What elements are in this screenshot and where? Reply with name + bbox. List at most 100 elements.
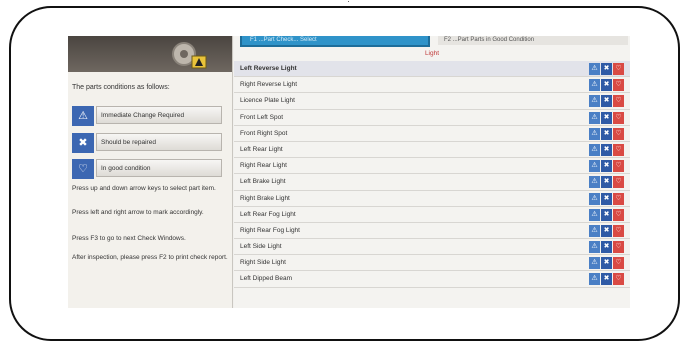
list-item[interactable]: Front Left Spot ⚠ ✖ ♡ [234, 110, 630, 126]
legend-good-condition[interactable]: ♡ In good condition [72, 159, 222, 179]
inspection-screen: The parts conditions as follows: ⚠ Immed… [68, 36, 630, 308]
section-title: Light [424, 50, 440, 57]
repair-button[interactable]: ✖ [601, 143, 612, 156]
legend-label: In good condition [96, 159, 222, 177]
list-item[interactable]: Left Brake Light ⚠ ✖ ♡ [234, 174, 630, 191]
condition-buttons: ⚠ ✖ ♡ [588, 192, 624, 205]
warning-button[interactable]: ⚠ [589, 111, 600, 124]
good-button[interactable]: ♡ [613, 79, 624, 92]
list-item[interactable]: Left Rear Fog Light ⚠ ✖ ♡ [234, 207, 630, 223]
list-item[interactable]: Right Brake Light ⚠ ✖ ♡ [234, 191, 630, 207]
warning-button[interactable]: ⚠ [589, 95, 600, 108]
condition-buttons: ⚠ ✖ ♡ [588, 273, 624, 286]
condition-buttons: ⚠ ✖ ♡ [588, 224, 624, 237]
part-label: Left Dipped Beam [240, 275, 293, 283]
part-label: Right Rear Fog Light [240, 226, 300, 234]
warning-button[interactable]: ⚠ [589, 208, 600, 221]
good-button[interactable]: ♡ [613, 176, 624, 189]
condition-buttons: ⚠ ✖ ♡ [588, 95, 624, 108]
good-button[interactable]: ♡ [613, 192, 624, 205]
warning-button[interactable]: ⚠ [589, 176, 600, 189]
condition-buttons: ⚠ ✖ ♡ [588, 160, 624, 173]
repair-button[interactable]: ✖ [601, 63, 612, 75]
repair-button[interactable]: ✖ [601, 241, 612, 254]
left-panel: The parts conditions as follows: ⚠ Immed… [68, 36, 233, 308]
part-label: Left Rear Fog Light [240, 210, 296, 218]
condition-buttons: ⚠ ✖ ♡ [588, 79, 624, 92]
warning-button[interactable]: ⚠ [589, 127, 600, 140]
repair-button[interactable]: ✖ [601, 176, 612, 189]
condition-buttons: ⚠ ✖ ♡ [588, 143, 624, 156]
good-button[interactable]: ♡ [613, 143, 624, 156]
part-label: Left Side Light [240, 243, 282, 251]
list-item[interactable]: Left Dipped Beam ⚠ ✖ ♡ [234, 271, 630, 288]
repair-button[interactable]: ✖ [601, 208, 612, 221]
good-button[interactable]: ♡ [613, 111, 624, 124]
right-panel: F1 ...Part Check... Select F2 ...Part Pa… [234, 36, 630, 308]
warning-button[interactable]: ⚠ [589, 224, 600, 237]
condition-buttons: ⚠ ✖ ♡ [588, 257, 624, 270]
legend-immediate-change[interactable]: ⚠ Immediate Change Required [72, 106, 222, 126]
warning-button[interactable]: ⚠ [589, 63, 600, 75]
good-button[interactable]: ♡ [613, 160, 624, 173]
part-label: Right Side Light [240, 259, 286, 267]
warning-button[interactable]: ⚠ [589, 241, 600, 254]
good-button[interactable]: ♡ [613, 63, 624, 75]
header-image [68, 36, 232, 72]
good-button[interactable]: ♡ [613, 273, 624, 286]
part-label: Left Rear Light [240, 145, 283, 153]
warning-button[interactable]: ⚠ [589, 79, 600, 92]
repair-button[interactable]: ✖ [601, 224, 612, 237]
list-item[interactable]: Right Rear Light ⚠ ✖ ♡ [234, 158, 630, 175]
repair-button[interactable]: ✖ [601, 127, 612, 140]
instruction-next: Press F3 to go to next Check Windows. [72, 235, 186, 242]
good-button[interactable]: ♡ [613, 241, 624, 254]
repair-button[interactable]: ✖ [601, 273, 612, 286]
instruction-print: After inspection, please press F2 to pri… [72, 254, 228, 261]
warning-icon: ⚠ [72, 106, 94, 126]
warning-button[interactable]: ⚠ [589, 273, 600, 286]
good-button[interactable]: ♡ [613, 257, 624, 270]
repair-button[interactable]: ✖ [601, 192, 612, 205]
instruction-mark: Press left and right arrow to mark accor… [72, 209, 204, 216]
good-button[interactable]: ♡ [613, 95, 624, 108]
good-icon: ♡ [72, 159, 94, 179]
repair-button[interactable]: ✖ [601, 160, 612, 173]
tab-part-check[interactable]: F1 ...Part Check... Select [240, 36, 430, 47]
list-item[interactable]: Licence Plate Light ⚠ ✖ ♡ [234, 93, 630, 110]
part-label: Left Reverse Light [240, 65, 297, 72]
cross-icon: ✖ [72, 133, 94, 153]
legend-should-repair[interactable]: ✖ Should be repaired [72, 133, 222, 153]
list-item[interactable]: Front Right Spot ⚠ ✖ ♡ [234, 126, 630, 142]
tab-good-condition[interactable]: F2 ...Part Parts in Good Condition [438, 36, 628, 45]
warning-button[interactable]: ⚠ [589, 143, 600, 156]
instruction-select: Press up and down arrow keys to select p… [72, 185, 216, 192]
part-label: Front Right Spot [240, 129, 288, 137]
repair-button[interactable]: ✖ [601, 257, 612, 270]
repair-button[interactable]: ✖ [601, 79, 612, 92]
top-dot [348, 1, 349, 2]
good-button[interactable]: ♡ [613, 208, 624, 221]
good-button[interactable]: ♡ [613, 127, 624, 140]
list-item[interactable]: Left Reverse Light ⚠ ✖ ♡ [234, 61, 630, 78]
warning-button[interactable]: ⚠ [589, 257, 600, 270]
part-label: Right Reverse Light [240, 81, 298, 89]
list-item[interactable]: Left Side Light ⚠ ✖ ♡ [234, 239, 630, 256]
good-button[interactable]: ♡ [613, 224, 624, 237]
warning-button[interactable]: ⚠ [589, 160, 600, 173]
legend-label: Immediate Change Required [96, 106, 222, 124]
intro-text: The parts conditions as follows: [72, 84, 170, 91]
parts-list: Left Reverse Light ⚠ ✖ ♡ Right Reverse Light… [234, 61, 630, 288]
repair-button[interactable]: ✖ [601, 95, 612, 108]
list-item[interactable]: Right Rear Fog Light ⚠ ✖ ♡ [234, 223, 630, 240]
gear-icon [172, 42, 207, 69]
condition-buttons: ⚠ ✖ ♡ [588, 176, 624, 189]
list-item[interactable]: Right Reverse Light ⚠ ✖ ♡ [234, 77, 630, 94]
list-item[interactable]: Left Rear Light ⚠ ✖ ♡ [234, 142, 630, 159]
list-item[interactable]: Right Side Light ⚠ ✖ ♡ [234, 255, 630, 272]
condition-buttons: ⚠ ✖ ♡ [588, 127, 624, 140]
condition-buttons: ⚠ ✖ ♡ [588, 241, 624, 254]
repair-button[interactable]: ✖ [601, 111, 612, 124]
warning-button[interactable]: ⚠ [589, 192, 600, 205]
part-label: Right Brake Light [240, 194, 290, 202]
